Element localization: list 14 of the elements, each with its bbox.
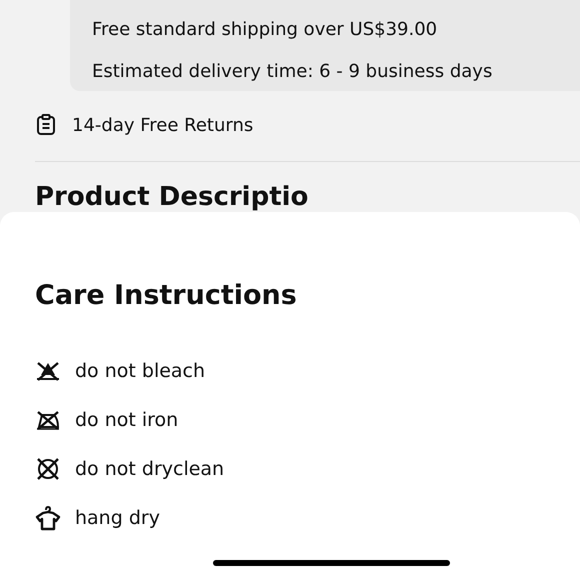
shipping-text: Estimated delivery time: 6 - 9 business days: [92, 60, 494, 84]
returns-label: 14-day Free Returns: [72, 114, 254, 136]
care-instruction-label: do not dryclean: [75, 458, 224, 480]
no-dryclean-icon: [35, 456, 61, 480]
shipping-text: Free standard shipping over US$39.00: [92, 18, 438, 42]
hanger-shirt-icon: [35, 504, 61, 530]
care-instruction-label: do not iron: [75, 408, 178, 430]
sheet-title: Care Instructions: [35, 280, 298, 311]
no-bleach-icon: [35, 360, 61, 382]
care-instruction-label: do not bleach: [75, 360, 206, 382]
clipboard-icon: [36, 114, 56, 136]
no-iron-icon: [35, 408, 61, 430]
care-instruction-label: hang dry: [75, 506, 160, 528]
section-heading: Product Descriptio: [35, 182, 310, 212]
